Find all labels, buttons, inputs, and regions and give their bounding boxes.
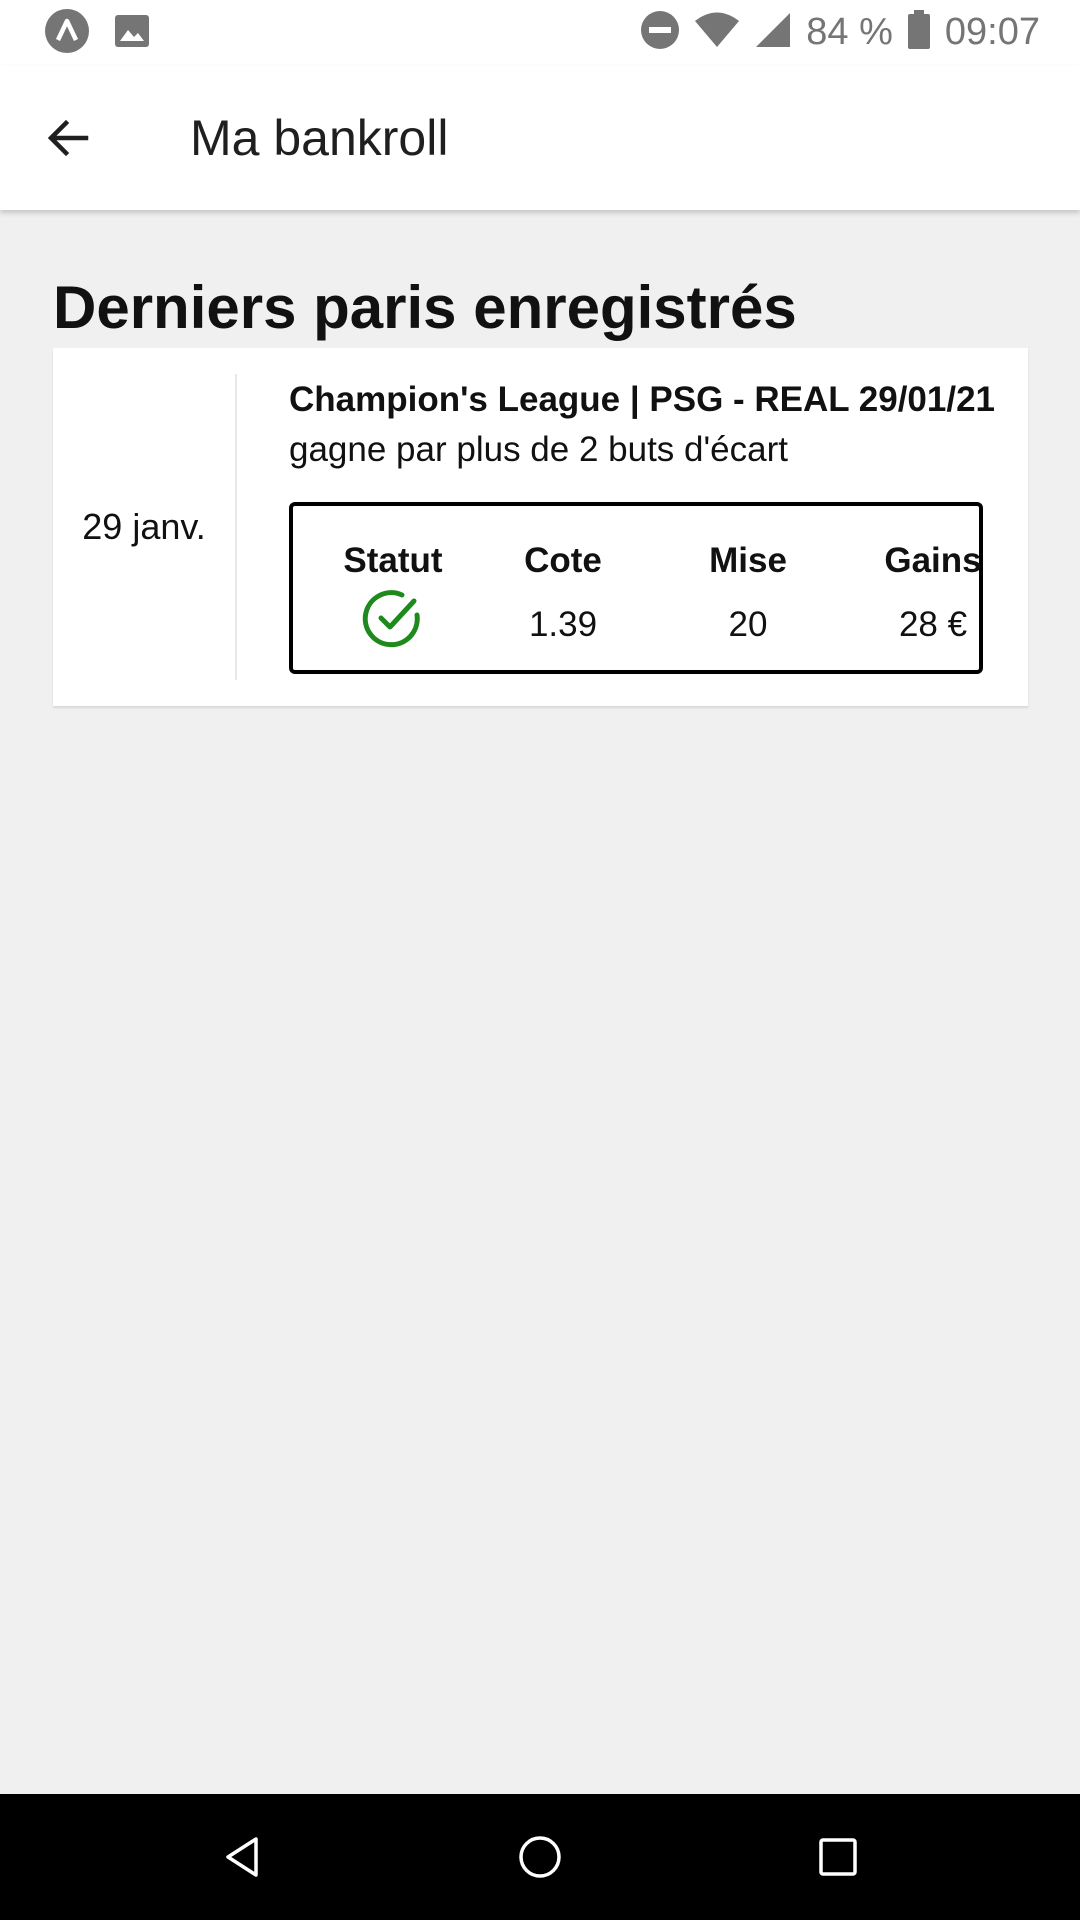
stat-winnings-label: Gains bbox=[884, 541, 982, 580]
page-title: Ma bankroll bbox=[190, 110, 449, 166]
status-bar-left bbox=[44, 8, 150, 59]
wifi-icon bbox=[694, 12, 740, 53]
nav-home-button[interactable] bbox=[507, 1824, 573, 1890]
stat-status: Statut bbox=[308, 506, 478, 670]
clock: 09:07 bbox=[944, 10, 1040, 53]
bet-title: Champion's League | PSG - REAL 29/01/21 bbox=[289, 380, 996, 419]
home-circle-icon bbox=[519, 1836, 561, 1878]
stat-winnings: Gains 28 € bbox=[848, 506, 1018, 670]
stat-stake: Mise 20 bbox=[663, 506, 833, 670]
status-bar: 84 % 09:07 bbox=[0, 0, 1080, 66]
app-notification-icon bbox=[44, 8, 90, 59]
bet-card[interactable]: 29 janv. Champion's League | PSG - REAL … bbox=[53, 348, 1028, 706]
bet-date: 29 janv. bbox=[82, 506, 206, 547]
vertical-divider bbox=[235, 374, 237, 680]
back-triangle-icon bbox=[226, 1837, 258, 1877]
nav-back-button[interactable] bbox=[209, 1824, 275, 1890]
stat-stake-label: Mise bbox=[709, 541, 787, 580]
battery-percent: 84 % bbox=[806, 10, 893, 53]
signal-icon bbox=[754, 11, 792, 54]
bet-description: gagne par plus de 2 buts d'écart bbox=[289, 430, 788, 469]
section-title: Derniers paris enregistrés bbox=[53, 274, 797, 341]
stat-status-label: Statut bbox=[343, 541, 443, 580]
do-not-disturb-icon bbox=[640, 10, 680, 55]
nav-recents-button[interactable] bbox=[805, 1824, 871, 1890]
arrow-left-icon bbox=[47, 119, 89, 157]
stat-winnings-value: 28 € bbox=[898, 605, 968, 644]
stat-odds-value: 1.39 bbox=[528, 605, 598, 644]
stat-stake-value: 20 bbox=[728, 605, 768, 644]
recents-square-icon bbox=[819, 1838, 857, 1876]
check-circle-icon bbox=[362, 590, 420, 648]
status-bar-right: 84 % 09:07 bbox=[640, 8, 1040, 56]
app-bar: Ma bankroll bbox=[0, 66, 1080, 210]
back-button[interactable] bbox=[34, 104, 102, 172]
stat-odds-label: Cote bbox=[524, 541, 602, 580]
system-nav-bar bbox=[0, 1794, 1080, 1920]
bet-date-column: 29 janv. bbox=[53, 348, 235, 706]
image-icon bbox=[114, 14, 150, 53]
battery-icon bbox=[907, 9, 931, 55]
stat-odds: Cote 1.39 bbox=[478, 506, 648, 670]
bet-stats-box: Statut Cote 1.39 Mise 20 Gains 28 € bbox=[289, 502, 983, 674]
